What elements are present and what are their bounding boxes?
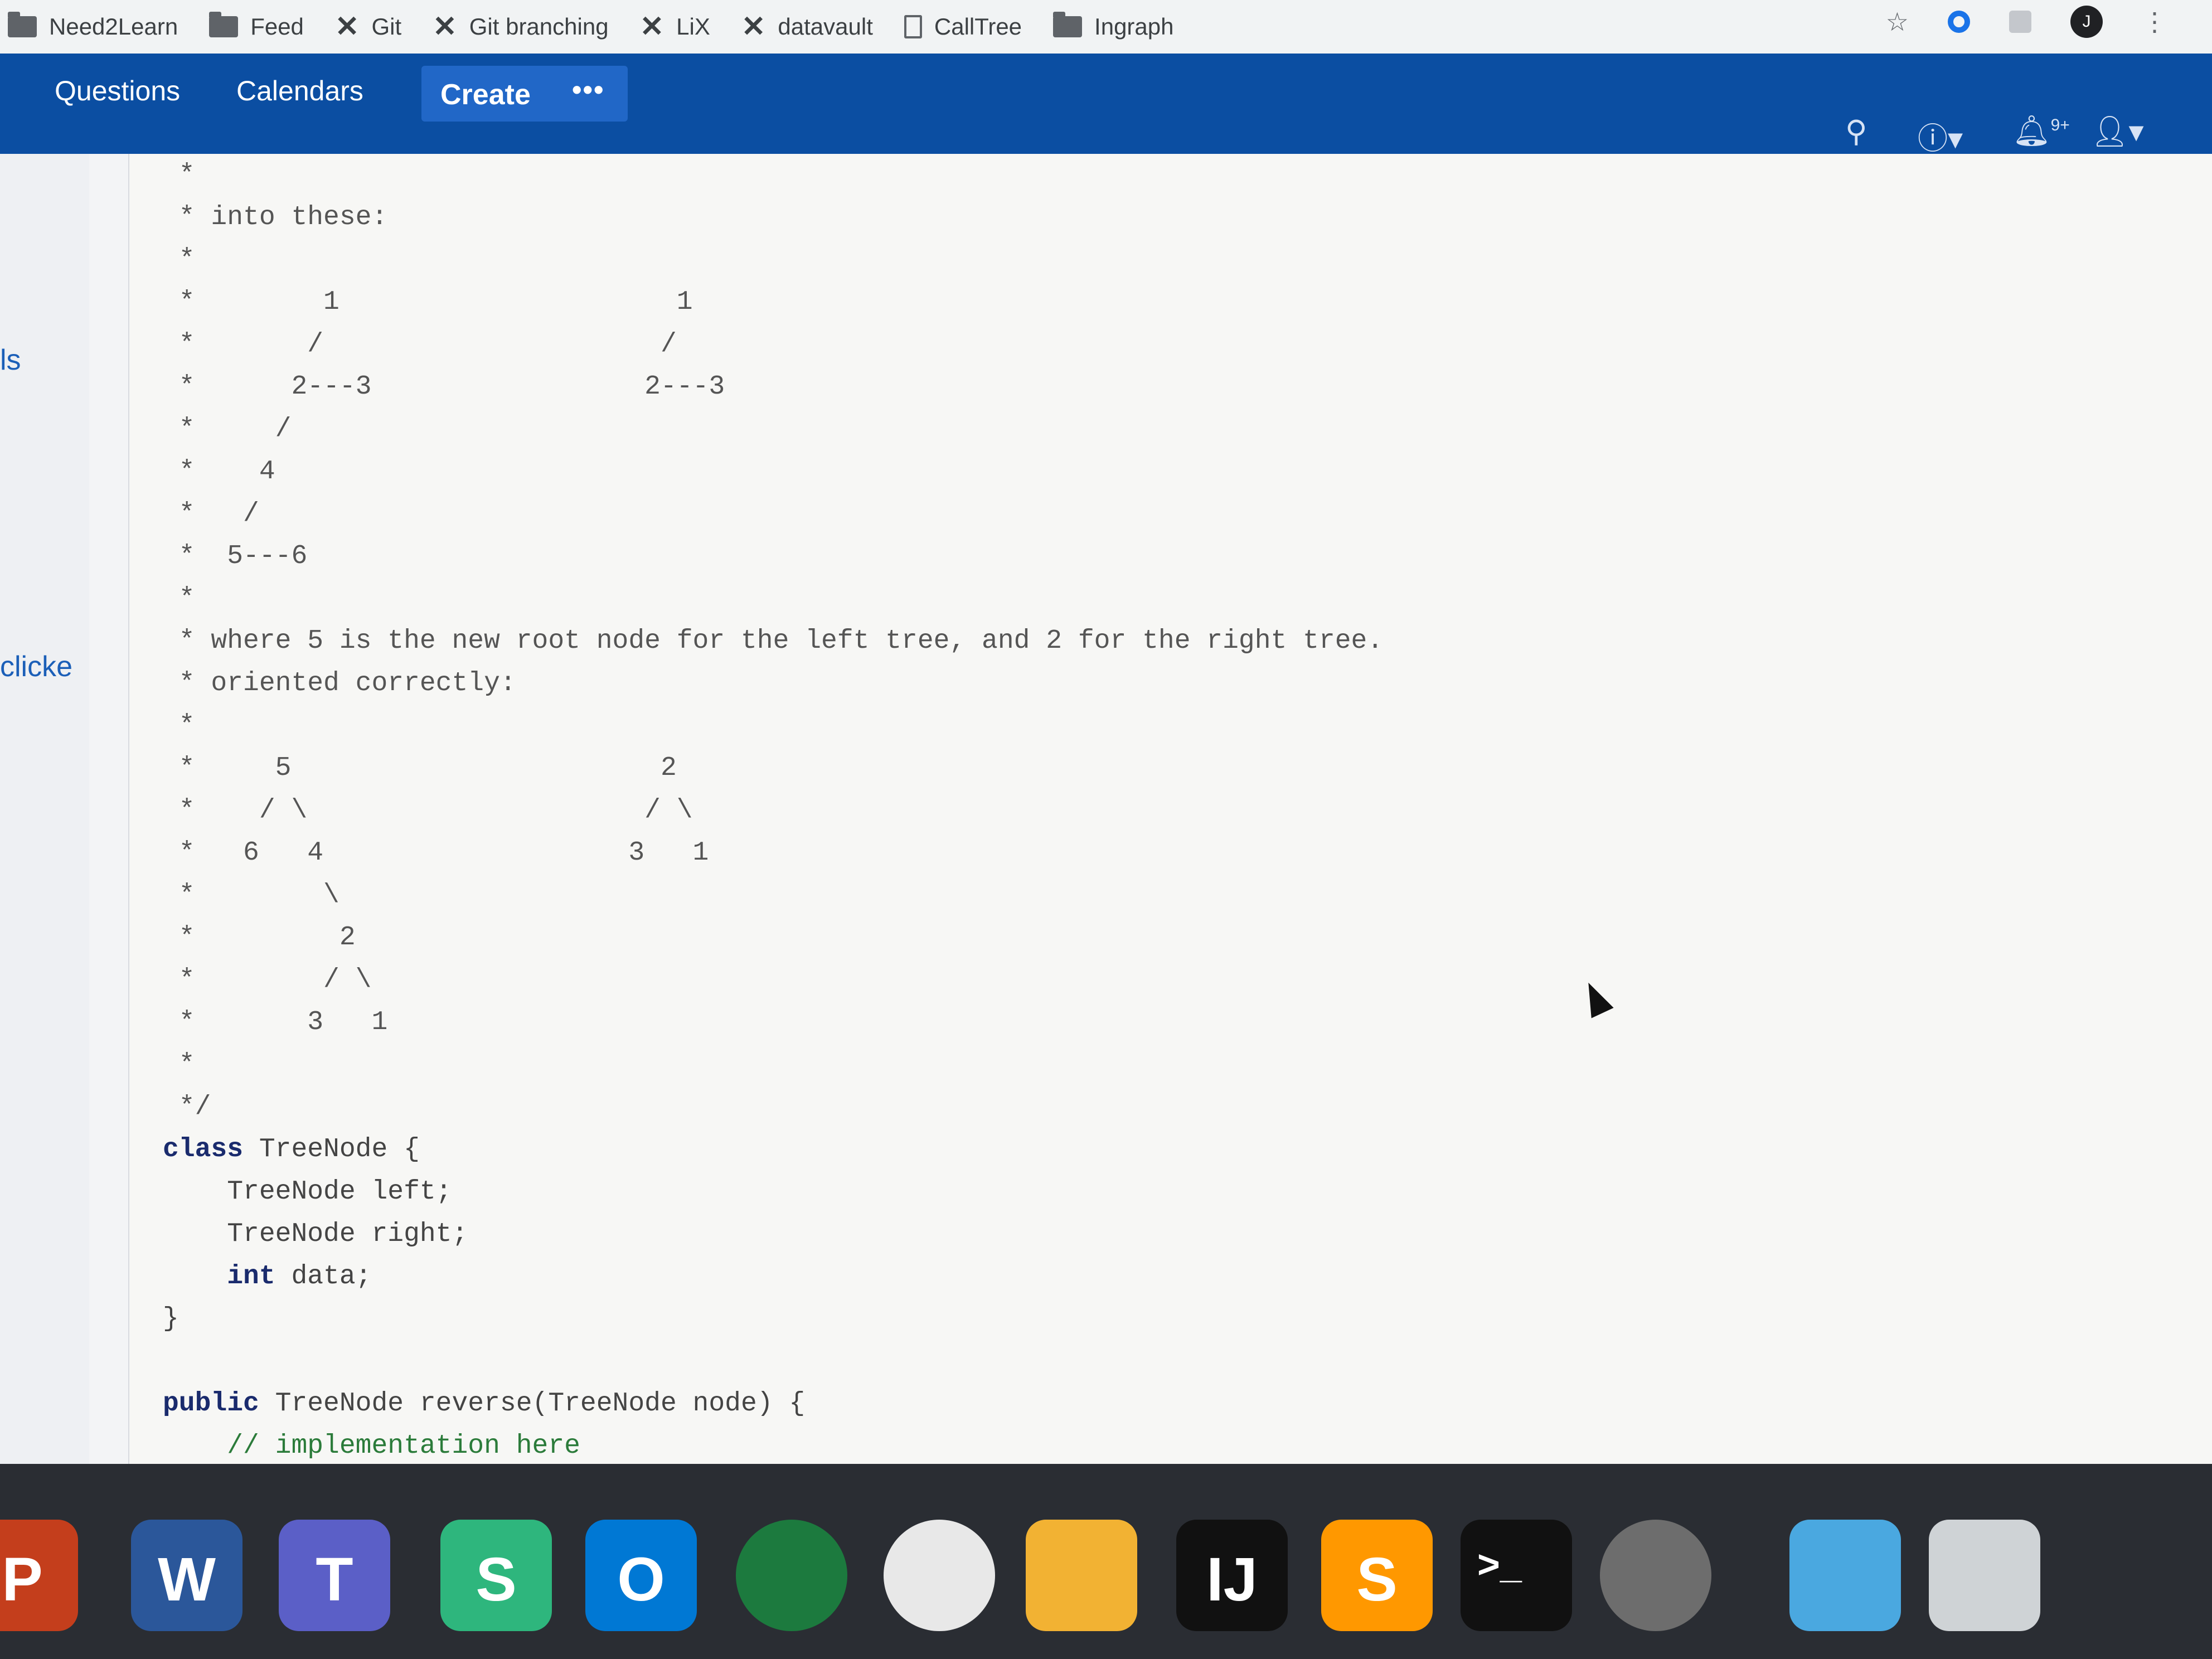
- dock-app-slack[interactable]: S: [440, 1520, 552, 1631]
- bookmark-label: Ingraph: [1094, 13, 1174, 40]
- sidebar-resizer[interactable]: [89, 154, 129, 1464]
- bookmark-calltree[interactable]: CallTree: [904, 13, 1022, 40]
- dock-app-intellij[interactable]: IJ: [1176, 1520, 1288, 1631]
- nav-calendars[interactable]: Calendars: [236, 75, 363, 107]
- bookmark-feed[interactable]: Feed: [209, 12, 304, 40]
- help-icon[interactable]: ⓘ▾: [1918, 114, 1963, 158]
- dock-trash[interactable]: [1929, 1520, 2040, 1631]
- dock-app-powerpoint[interactable]: P: [0, 1520, 78, 1631]
- code-line: * into these:: [163, 202, 388, 232]
- field-data: data;: [275, 1262, 372, 1292]
- code-line: *: [163, 711, 195, 741]
- field-left: TreeNode left;: [163, 1177, 452, 1207]
- kebab-menu-icon[interactable]: ⋮: [2142, 7, 2167, 37]
- code-line: * \: [163, 880, 339, 910]
- keyword-class: class: [163, 1134, 244, 1165]
- dock-app-teams[interactable]: T: [279, 1520, 390, 1631]
- code-line: */: [163, 1092, 211, 1122]
- dock-app-self-service[interactable]: [1026, 1520, 1137, 1631]
- bookmark-label: Git: [371, 13, 402, 40]
- code-line: * 4: [163, 457, 275, 487]
- bookmark-ingraph[interactable]: Ingraph: [1053, 12, 1174, 40]
- code-line: * / \: [163, 965, 372, 995]
- bookmark-datavault[interactable]: ✕ datavault: [741, 10, 873, 43]
- method-signature: TreeNode reverse(TreeNode node) {: [259, 1389, 806, 1419]
- code-line: * /: [163, 414, 292, 444]
- dock-app-word[interactable]: W: [131, 1520, 242, 1631]
- page-icon: [904, 15, 922, 38]
- field-right: TreeNode right;: [163, 1219, 468, 1249]
- folder-icon: [8, 12, 37, 37]
- code-line: *: [163, 245, 195, 275]
- code-line: *: [163, 160, 195, 190]
- user-menu-icon[interactable]: 👤︎▾: [2090, 114, 2144, 149]
- app-header: Questions Calendars Create ••• ⚲ ⓘ▾ 🔔︎9+…: [0, 54, 2212, 156]
- folder-icon: [1053, 12, 1083, 37]
- bookmark-label: datavault: [778, 13, 873, 40]
- sidebar-clipped-text[interactable]: clicke: [0, 650, 72, 683]
- code-line: * 1 1: [163, 287, 693, 317]
- linkedin-x-icon: ✕: [334, 11, 360, 43]
- folder-icon: [209, 12, 239, 37]
- code-line: * 2: [163, 923, 356, 953]
- bookmark-need2learn[interactable]: Need2Learn: [8, 12, 178, 40]
- dock-app-sublime[interactable]: S: [1321, 1520, 1433, 1631]
- bookmarks-bar: Need2Learn Feed ✕ Git ✕ Git branching ✕ …: [0, 0, 2212, 54]
- code-line: * oriented correctly:: [163, 668, 516, 698]
- create-button[interactable]: Create •••: [421, 66, 628, 122]
- profile-avatar[interactable]: J: [2070, 6, 2103, 38]
- code-line: * /: [163, 499, 259, 529]
- linkedin-x-icon: ✕: [433, 11, 457, 43]
- implementation-comment: // implementation here: [227, 1431, 580, 1461]
- code-editor: * * into these: * * 1 1 * / / * 2---3 2-…: [129, 154, 2212, 1503]
- code-line: * 5---6: [163, 541, 308, 571]
- code-line: * 6 4 3 1: [163, 838, 709, 868]
- star-icon[interactable]: ☆: [1886, 7, 1909, 37]
- sidebar-clipped-text[interactable]: ls: [0, 343, 21, 377]
- extension-icon[interactable]: [2009, 11, 2031, 33]
- code-line: *: [163, 1050, 195, 1080]
- browser-toolbar-icons: ☆ J ⋮: [1886, 6, 2167, 38]
- dock-app-system-preferences[interactable]: [1600, 1520, 1711, 1631]
- dock-app-outlook[interactable]: O: [585, 1520, 697, 1631]
- search-icon[interactable]: ⚲: [1845, 114, 1867, 149]
- dock: P W T S O IJ S >_: [0, 1464, 2212, 1659]
- more-icon[interactable]: •••: [572, 74, 605, 106]
- bookmark-label: LiX: [676, 13, 710, 40]
- bookmark-lix[interactable]: ✕ LiX: [640, 10, 710, 43]
- code-line: * 5 2: [163, 753, 677, 783]
- bookmark-label: CallTree: [934, 13, 1022, 40]
- dock-app-vpn[interactable]: [736, 1520, 847, 1631]
- code-line: * 3 1: [163, 1007, 388, 1037]
- code-line: * where 5 is the new root node for the l…: [163, 626, 1384, 656]
- bookmark-label: Feed: [250, 13, 304, 40]
- keyword-public: public: [163, 1389, 259, 1419]
- bookmark-label: Git branching: [469, 13, 609, 40]
- dock-app-wifi[interactable]: [884, 1520, 995, 1631]
- bookmark-git[interactable]: ✕ Git: [335, 10, 401, 43]
- class-declaration: TreeNode {: [243, 1134, 420, 1165]
- notification-badge: 9+: [2050, 116, 2070, 134]
- class-close-brace: }: [163, 1304, 179, 1334]
- code-line: *: [163, 584, 195, 614]
- left-sidebar: ls clicke: [0, 154, 90, 1464]
- linkedin-x-icon: ✕: [741, 11, 766, 43]
- dock-downloads-folder[interactable]: [1789, 1520, 1901, 1631]
- keyword-int: int: [227, 1262, 275, 1292]
- notifications-icon[interactable]: 🔔︎9+: [2012, 114, 2070, 149]
- code-line: * 2---3 2---3: [163, 372, 725, 402]
- code-line: * / /: [163, 329, 677, 360]
- nav-questions[interactable]: Questions: [55, 75, 180, 107]
- extension-ring-icon[interactable]: [1948, 11, 1970, 33]
- code-line: * / \ / \: [163, 795, 693, 826]
- code-block: * * into these: * * 1 1 * / / * 2---3 2-…: [163, 154, 1383, 1510]
- create-label: Create: [440, 79, 531, 111]
- bookmark-git-branching[interactable]: ✕ Git branching: [433, 10, 608, 43]
- linkedin-x-icon: ✕: [639, 11, 664, 43]
- bookmark-label: Need2Learn: [49, 13, 178, 40]
- dock-app-terminal[interactable]: >_: [1461, 1520, 1572, 1631]
